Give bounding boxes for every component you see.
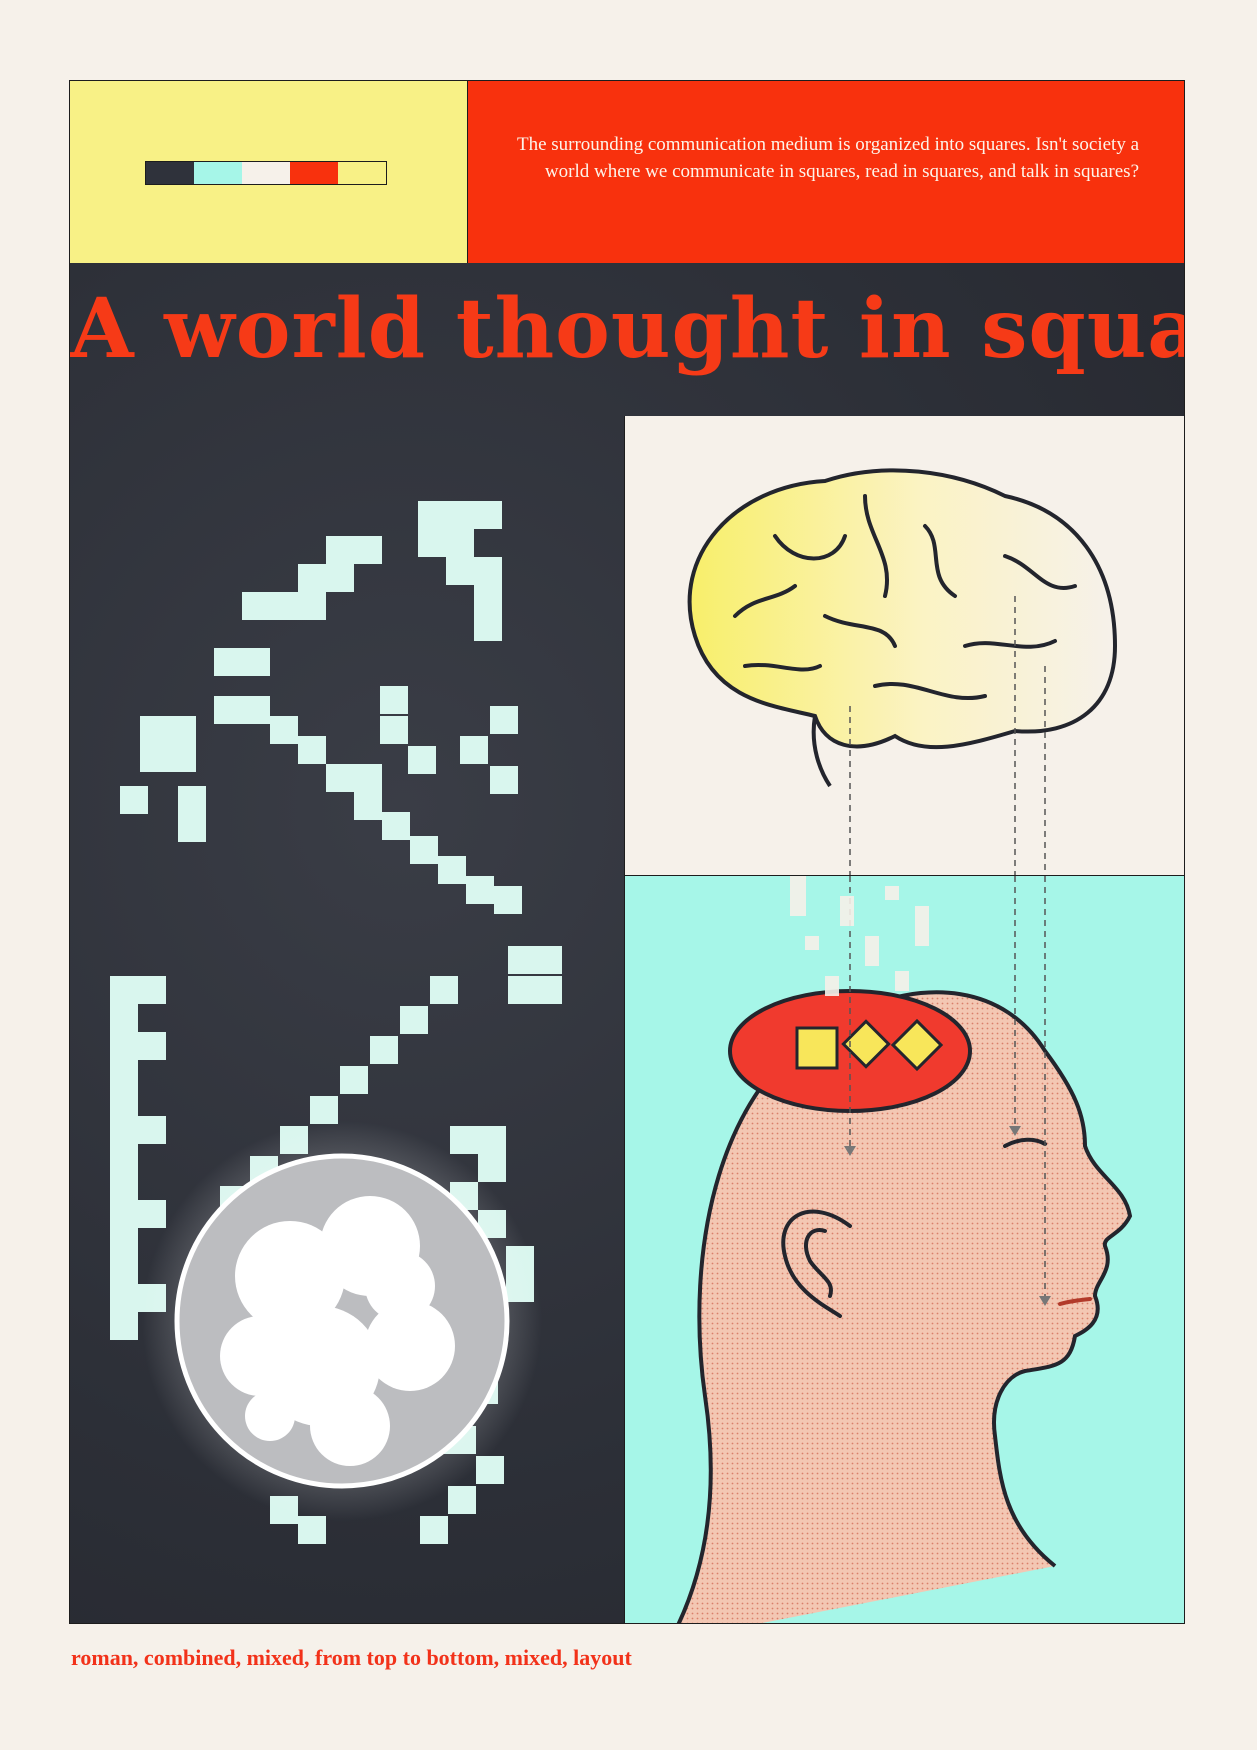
pixel-square <box>242 592 270 620</box>
top-yellow-block <box>70 81 468 263</box>
pixel-square <box>534 976 562 1004</box>
pixel-square <box>430 976 458 1004</box>
pixel-square <box>410 836 438 864</box>
pixel-square <box>494 886 522 914</box>
pixel-square <box>110 1144 138 1172</box>
pixel-square <box>110 1172 138 1200</box>
pixel-square <box>474 585 502 613</box>
pixel-square <box>326 564 354 592</box>
pixel-square <box>380 716 408 744</box>
swatch-mint <box>194 162 242 184</box>
pixel-square <box>270 716 298 744</box>
pixel-square <box>168 744 196 772</box>
pixel-squares-pattern <box>110 501 562 1544</box>
pixel-square <box>110 1004 138 1032</box>
pixel-square <box>110 1088 138 1116</box>
pixel-square <box>448 1486 476 1514</box>
pixel-square <box>474 501 502 529</box>
pixel-square <box>110 1284 138 1312</box>
pixel-square <box>478 1154 506 1182</box>
pixel-square <box>138 1200 166 1228</box>
pixel-square <box>214 648 242 676</box>
pixel-square <box>418 501 446 529</box>
brain-icon <box>687 468 1118 750</box>
pixel-square <box>178 786 206 814</box>
pixel-square <box>110 1116 138 1144</box>
pixel-square <box>446 501 474 529</box>
pixel-square <box>242 648 270 676</box>
pixel-square <box>438 856 466 884</box>
pixel-square <box>110 1200 138 1228</box>
pixel-square <box>110 1032 138 1060</box>
pixel-square <box>370 1036 398 1064</box>
pixel-square <box>110 1060 138 1088</box>
intro-text: The surrounding communication medium is … <box>516 134 1139 182</box>
top-red-block: The surrounding communication medium is … <box>468 81 1184 263</box>
pixel-square <box>340 1066 368 1094</box>
pixel-square <box>110 1312 138 1340</box>
pixel-square <box>138 976 166 1004</box>
pixel-square <box>178 814 206 842</box>
footer-caption: roman, combined, mixed, from top to bott… <box>71 1645 632 1670</box>
pixel-square <box>354 792 382 820</box>
pixel-square <box>460 736 488 764</box>
poster-title: A world thought in squares <box>70 281 1184 377</box>
pixel-square <box>446 529 474 557</box>
pixel-square <box>138 1116 166 1144</box>
pixel-square <box>490 706 518 734</box>
pixel-square <box>168 716 196 744</box>
pixel-square <box>298 1516 326 1544</box>
pixel-square <box>450 1126 478 1154</box>
head-panel <box>624 876 1184 1623</box>
pixel-square <box>298 564 326 592</box>
square-icon <box>795 1026 839 1070</box>
color-palette-swatches <box>145 161 387 185</box>
pixel-square <box>140 744 168 772</box>
brain-illustration <box>687 468 1118 875</box>
pixel-square <box>466 876 494 904</box>
pixel-square <box>270 592 298 620</box>
pixel-square <box>474 557 502 585</box>
pixel-square <box>110 1256 138 1284</box>
pixel-square <box>418 529 446 557</box>
pixel-square <box>110 1228 138 1256</box>
poster-frame: The surrounding communication medium is … <box>69 80 1185 1624</box>
swatch-red <box>290 162 338 184</box>
pixel-square <box>310 1096 338 1124</box>
pixel-square <box>446 557 474 585</box>
pixel-square <box>420 1516 448 1544</box>
pixel-square <box>242 696 270 724</box>
pixel-square <box>508 976 536 1004</box>
pixel-square <box>354 764 382 792</box>
pixel-square <box>490 766 518 794</box>
pixel-square <box>478 1126 506 1154</box>
pixel-square <box>354 536 382 564</box>
pixel-square <box>138 1032 166 1060</box>
pixel-square <box>120 786 148 814</box>
pixel-square <box>400 1006 428 1034</box>
pixel-square <box>326 764 354 792</box>
swatch-dark <box>146 162 194 184</box>
pixel-square <box>298 592 326 620</box>
brain-panel <box>624 416 1184 876</box>
pixel-square <box>214 696 242 724</box>
pixel-square <box>382 812 410 840</box>
pixel-square <box>110 976 138 1004</box>
swatch-cream <box>242 162 290 184</box>
swatch-yellow <box>338 162 386 184</box>
pixel-square <box>408 746 436 774</box>
glowing-moon <box>142 1121 542 1521</box>
head-profile-illustration <box>676 876 1133 1623</box>
pixel-square <box>298 736 326 764</box>
pixel-square <box>380 686 408 714</box>
pixel-square <box>474 613 502 641</box>
pixel-square <box>140 716 168 744</box>
pixel-square <box>326 536 354 564</box>
pixel-square <box>534 946 562 974</box>
pixel-square <box>508 946 536 974</box>
